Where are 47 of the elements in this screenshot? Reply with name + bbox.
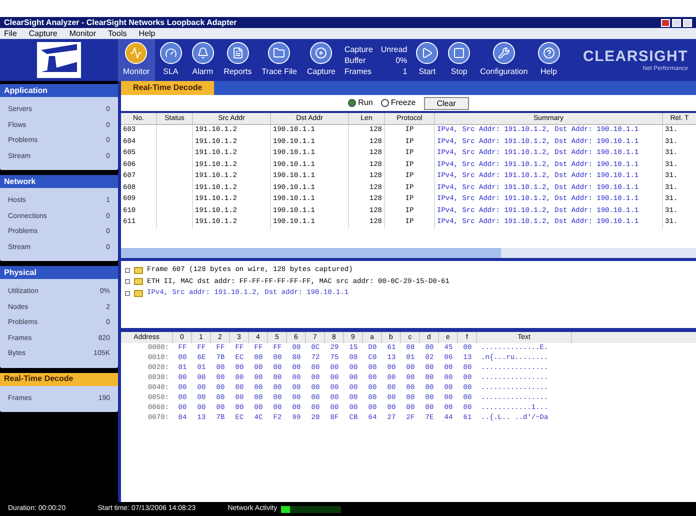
menu-item[interactable]: Tools [108,30,127,38]
toolbar-button[interactable]: Capture [302,39,340,81]
toolbar-button[interactable]: Stop [443,39,476,81]
document-icon [232,47,244,59]
disc-icon [315,47,328,59]
panel-header[interactable]: Physical [0,266,118,279]
bell-icon [196,47,209,59]
menu-item[interactable]: Help [138,30,156,38]
expand-icon[interactable] [125,268,130,273]
menu-item[interactable]: File [4,30,17,38]
radio-option[interactable]: Run [348,97,373,109]
toolbar-button[interactable]: Configuration [475,39,533,81]
gauge-icon [164,47,177,59]
toolbar-button[interactable]: Help [532,39,565,81]
toolbar-button[interactable]: Monitor [118,39,155,81]
panel-header[interactable]: Network [0,175,118,188]
toolbar-button[interactable]: Reports [218,39,257,81]
buffer-stat-text: Capture [344,44,373,54]
menu-item[interactable]: Monitor [69,30,96,38]
buffer-stat-text: 1 [402,66,408,76]
expand-icon[interactable] [125,279,130,284]
scroll-thumb[interactable] [121,248,501,258]
toolbar-button[interactable]: SLA [154,39,187,81]
stop-icon [453,47,466,59]
lighthouse-logo-icon [37,42,81,78]
buffer-stat-text: Unread [380,44,408,54]
tab[interactable]: Real-Time Decode [121,81,214,95]
buffer-stat-text: Frames [344,66,373,76]
activity-icon [130,47,142,59]
radio-option[interactable]: Freeze [380,97,416,109]
toolbar-button[interactable]: Start [411,39,444,81]
help-icon [542,47,555,59]
panel-header[interactable]: Application [0,84,118,97]
play-icon [421,47,434,59]
horizontal-scrollbar[interactable] [121,248,696,258]
clear-button[interactable]: Clear [424,96,469,110]
toolbar-button[interactable]: Trace File [256,39,302,81]
wrench-icon [498,47,510,59]
buffer-stat-text: Buffer [344,54,367,66]
window-title: ClearSight Analyzer - ClearSight Networks Loopback Adapter [4,18,237,26]
brand-logo: CLEARSIGHT [583,48,688,64]
menu-item[interactable]: Capture [28,30,58,38]
folder-icon [273,47,286,59]
panel-header[interactable]: Real-Time Decode [0,372,118,386]
toolbar-button[interactable]: Alarm [186,39,219,81]
expand-icon[interactable] [125,290,130,296]
buffer-stat-text: 0% [394,54,408,66]
